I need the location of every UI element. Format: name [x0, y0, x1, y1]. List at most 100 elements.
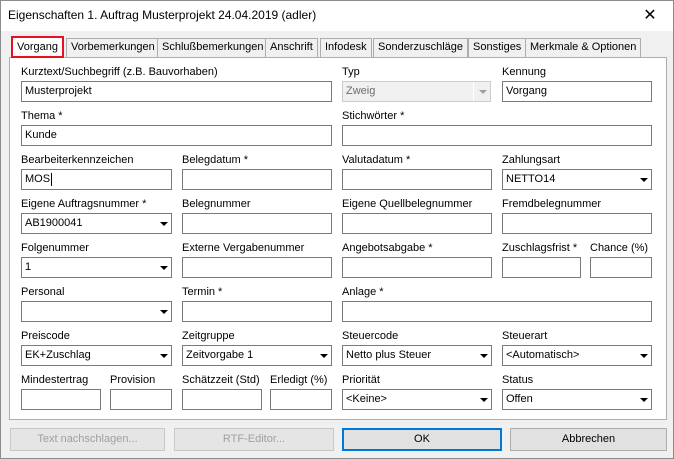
mindestertrag-label: Mindestertrag: [21, 374, 89, 386]
personal-label: Personal: [21, 286, 65, 298]
chevron-down-icon[interactable]: [634, 390, 651, 409]
tab-infodesk[interactable]: Infodesk: [320, 38, 372, 57]
vergabenummer-label: Externe Vergabenummer: [182, 242, 305, 254]
thema-label: Thema *: [21, 110, 63, 122]
folgenummer-label: Folgenummer: [21, 242, 89, 254]
termin-label: Termin *: [182, 286, 223, 298]
folgenummer-value: 1: [25, 261, 32, 273]
status-label: Status: [502, 374, 534, 386]
stichwoerter-input[interactable]: [342, 125, 652, 146]
chevron-down-icon[interactable]: [314, 346, 331, 365]
kurztext-input[interactable]: Musterprojekt: [21, 81, 332, 102]
valutadatum-label: Valutadatum *: [342, 154, 411, 166]
termin-input[interactable]: [182, 301, 332, 322]
belegnummer-label: Belegnummer: [182, 198, 251, 210]
title-bar: Eigenschaften 1. Auftrag Musterprojekt 2…: [1, 1, 673, 31]
auftragsnummer-select[interactable]: AB1900041: [21, 213, 172, 234]
chance-input[interactable]: [590, 257, 652, 278]
chevron-down-icon: [473, 82, 490, 101]
tab-schlussbemerkungen[interactable]: Schlußbemerkungen: [157, 38, 269, 57]
kurztext-label: Kurztext/Suchbegriff (z.B. Bauvorhaben): [21, 66, 218, 78]
stichwoerter-label: Stichwörter *: [342, 110, 405, 122]
preiscode-value: EK+Zuschlag: [25, 349, 91, 361]
schaetzzeit-input[interactable]: [182, 389, 262, 410]
window-title: Eigenschaften 1. Auftrag Musterprojekt 2…: [8, 8, 317, 22]
status-select[interactable]: Offen: [502, 389, 652, 410]
zahlungsart-label: Zahlungsart: [502, 154, 561, 166]
tab-anschrift[interactable]: Anschrift: [265, 38, 318, 57]
chevron-down-icon[interactable]: [154, 214, 171, 233]
steuercode-select[interactable]: Netto plus Steuer: [342, 345, 492, 366]
text-cursor: [51, 172, 53, 186]
tab-sonstiges[interactable]: Sonstiges: [468, 38, 527, 57]
bearbeiter-label: Bearbeiterkennzeichen: [21, 154, 134, 166]
preiscode-label: Preiscode: [21, 330, 70, 342]
auftragsnummer-label: Eigene Auftragsnummer *: [21, 198, 147, 210]
steuerart-label: Steuerart: [502, 330, 548, 342]
schaetzzeit-label: Schätzzeit (Std): [182, 374, 260, 386]
folgenummer-select[interactable]: 1: [21, 257, 172, 278]
zuschlagsfrist-label: Zuschlagsfrist *: [502, 242, 578, 254]
zeitgruppe-value: Zeitvorgabe 1: [186, 349, 254, 361]
vergabenummer-input[interactable]: [182, 257, 332, 278]
tab-vorbemerkungen[interactable]: Vorbemerkungen: [66, 38, 160, 57]
provision-input[interactable]: [110, 389, 172, 410]
zuschlagsfrist-input[interactable]: [502, 257, 581, 278]
provision-label: Provision: [110, 374, 156, 386]
steuerart-select[interactable]: <Automatisch>: [502, 345, 652, 366]
erledigt-input[interactable]: [270, 389, 332, 410]
kennung-input[interactable]: Vorgang: [502, 81, 652, 102]
close-icon[interactable]: ✕: [627, 1, 673, 31]
chevron-down-icon[interactable]: [154, 302, 171, 321]
chevron-down-icon[interactable]: [634, 346, 651, 365]
personal-select[interactable]: [21, 301, 172, 322]
preiscode-select[interactable]: EK+Zuschlag: [21, 345, 172, 366]
ok-button[interactable]: OK: [342, 428, 502, 451]
abbrechen-button[interactable]: Abbrechen: [510, 428, 667, 451]
anlage-input[interactable]: [342, 301, 652, 322]
quellbelegnummer-input[interactable]: [342, 213, 492, 234]
properties-dialog: Eigenschaften 1. Auftrag Musterprojekt 2…: [0, 0, 674, 459]
prioritaet-value: <Keine>: [346, 393, 387, 405]
belegnummer-input[interactable]: [182, 213, 332, 234]
text-nachschlagen-button[interactable]: Text nachschlagen...: [10, 428, 165, 451]
bearbeiter-input[interactable]: MOS: [21, 169, 172, 190]
chevron-down-icon[interactable]: [154, 346, 171, 365]
typ-value: Zweig: [346, 85, 376, 97]
rtf-editor-button[interactable]: RTF-Editor...: [174, 428, 334, 451]
kennung-label: Kennung: [502, 66, 547, 78]
belegdatum-input[interactable]: [182, 169, 332, 190]
typ-label: Typ: [342, 66, 360, 78]
quellbelegnummer-label: Eigene Quellbelegnummer: [342, 198, 473, 210]
bearbeiter-value: MOS: [25, 173, 51, 185]
chevron-down-icon[interactable]: [474, 390, 491, 409]
prioritaet-label: Priorität: [342, 374, 380, 386]
erledigt-label: Erledigt (%): [270, 374, 328, 386]
anlage-label: Anlage *: [342, 286, 384, 298]
chevron-down-icon[interactable]: [474, 346, 491, 365]
steuerart-value: <Automatisch>: [506, 349, 580, 361]
angebotsabgabe-input[interactable]: [342, 257, 492, 278]
thema-input[interactable]: Kunde: [21, 125, 332, 146]
zeitgruppe-select[interactable]: Zeitvorgabe 1: [182, 345, 332, 366]
belegdatum-label: Belegdatum *: [182, 154, 249, 166]
mindestertrag-input[interactable]: [21, 389, 101, 410]
tab-sonderzuschlaege[interactable]: Sonderzuschläge: [373, 38, 469, 57]
tab-merkmale-optionen[interactable]: Merkmale & Optionen: [525, 38, 642, 57]
fremdbelegnummer-label: Fremdbelegnummer: [502, 198, 602, 210]
valutadatum-input[interactable]: [342, 169, 492, 190]
zahlungsart-select[interactable]: NETTO14: [502, 169, 652, 190]
steuercode-value: Netto plus Steuer: [346, 349, 431, 361]
prioritaet-select[interactable]: <Keine>: [342, 389, 492, 410]
chance-label: Chance (%): [590, 242, 649, 254]
zahlungsart-value: NETTO14: [506, 173, 556, 185]
chevron-down-icon[interactable]: [634, 170, 651, 189]
fremdbelegnummer-input[interactable]: [502, 213, 652, 234]
chevron-down-icon[interactable]: [154, 258, 171, 277]
steuercode-label: Steuercode: [342, 330, 399, 342]
auftragsnummer-value: AB1900041: [25, 217, 83, 229]
typ-select: Zweig: [342, 81, 491, 102]
tab-vorgang[interactable]: Vorgang: [11, 36, 64, 58]
zeitgruppe-label: Zeitgruppe: [182, 330, 235, 342]
angebotsabgabe-label: Angebotsabgabe *: [342, 242, 433, 254]
